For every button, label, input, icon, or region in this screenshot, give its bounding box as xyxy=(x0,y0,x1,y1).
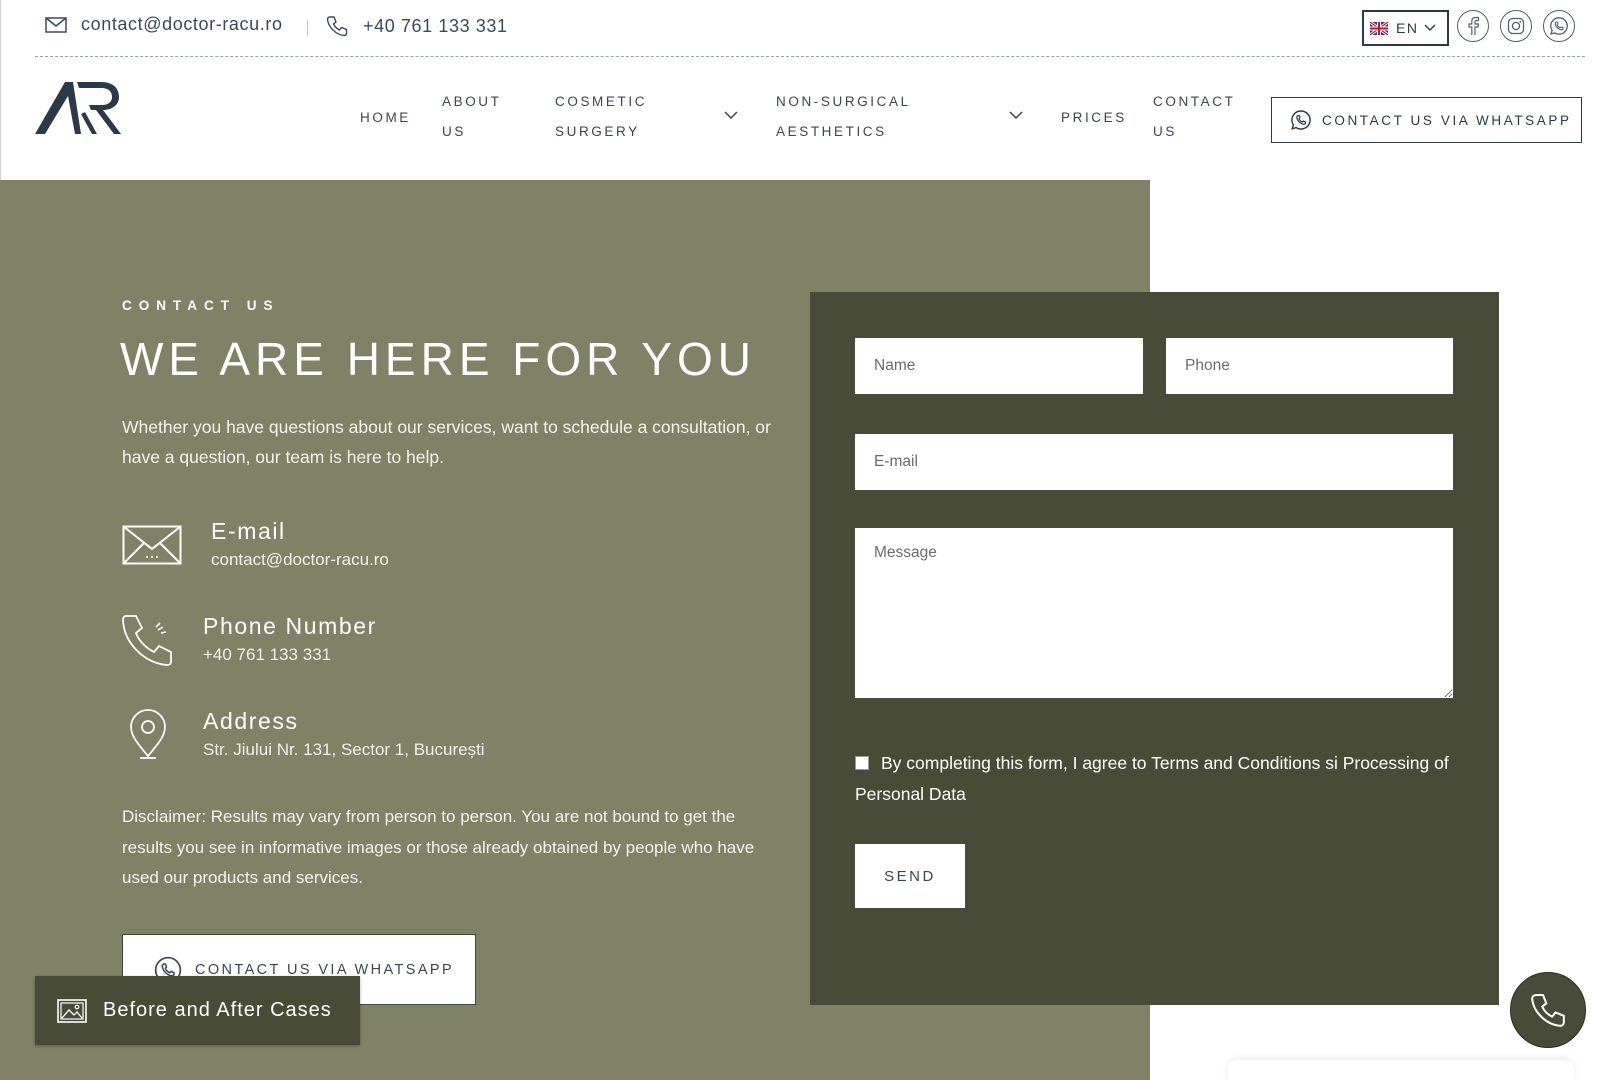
topbar-phone-link[interactable]: +40 761 133 331 xyxy=(325,14,508,38)
whatsapp-social-link[interactable] xyxy=(1543,10,1575,42)
consent-label: By completing this form, I agree to Term… xyxy=(855,753,1449,804)
nav-home[interactable]: HOME xyxy=(360,103,411,133)
phone-link[interactable]: +40 761 133 331 xyxy=(203,645,331,665)
header-whatsapp-button[interactable]: CONTACT US VIA WHATSAPP xyxy=(1271,97,1582,143)
ar-logo-icon xyxy=(35,82,121,134)
envelope-icon xyxy=(122,525,182,565)
email-link[interactable]: contact@doctor-racu.ro xyxy=(211,550,389,570)
consent-checkbox[interactable] xyxy=(855,756,869,770)
phone-title: Phone Number xyxy=(203,613,377,639)
nav-contact[interactable]: CONTACT US xyxy=(1153,87,1235,147)
topbar-separator xyxy=(307,20,308,36)
send-button[interactable]: SEND xyxy=(855,844,965,908)
address-title: Address xyxy=(203,708,299,734)
nav-contact-line2: US xyxy=(1153,124,1177,139)
facebook-link[interactable] xyxy=(1457,10,1489,42)
site-logo[interactable] xyxy=(35,80,127,136)
section-eyebrow: CONTACT US xyxy=(122,298,280,313)
nav-cosmetic-line2: SURGERY xyxy=(555,124,640,139)
whatsapp-icon xyxy=(1550,17,1568,35)
nav-about-line1: ABOUT xyxy=(442,94,502,109)
address-value: Str. Jiului Nr. 131, Sector 1, București xyxy=(203,740,485,759)
before-after-label: Before and After Cases xyxy=(103,999,332,1021)
nav-about-line2: US xyxy=(442,124,466,139)
topbar-phone-text: +40 761 133 331 xyxy=(363,15,508,36)
nav-non-surgical-aesthetics[interactable]: NON-SURGICAL AESTHETICS xyxy=(776,87,911,147)
email-info-block: E-mail contact@doctor-racu.ro xyxy=(122,518,522,578)
instagram-icon xyxy=(1507,17,1525,35)
language-selector[interactable]: EN xyxy=(1362,10,1449,46)
name-input[interactable] xyxy=(855,338,1143,394)
address-info-block: Address Str. Jiului Nr. 131, Sector 1, B… xyxy=(122,708,582,768)
phone-info-block: Phone Number +40 761 133 331 xyxy=(122,613,522,673)
nav-cosmetic-line1: COSMETIC xyxy=(555,94,648,109)
page-title: WE ARE HERE FOR YOU xyxy=(120,333,757,385)
email-title: E-mail xyxy=(211,518,286,544)
top-bar: contact@doctor-racu.ro +40 761 133 331 E… xyxy=(35,0,1585,57)
chevron-down-icon xyxy=(1424,24,1436,31)
language-label: EN xyxy=(1396,20,1419,36)
image-gallery-icon xyxy=(57,998,87,1023)
topbar-email-text: contact@doctor-racu.ro xyxy=(81,14,283,34)
header-whatsapp-label: CONTACT US VIA WHATSAPP xyxy=(1322,112,1572,128)
email-input[interactable] xyxy=(855,434,1453,490)
consent-row: By completing this form, I agree to Term… xyxy=(855,748,1465,810)
facebook-icon xyxy=(1468,16,1479,35)
floating-widget-card[interactable] xyxy=(1228,1060,1574,1080)
chevron-down-icon[interactable] xyxy=(1009,111,1023,120)
nav-cosmetic-surgery[interactable]: COSMETIC SURGERY xyxy=(555,87,647,147)
nav-contact-line1: CONTACT xyxy=(1153,94,1236,109)
intro-text: Whether you have questions about our ser… xyxy=(122,417,771,467)
phone-ringing-icon xyxy=(122,615,172,666)
whatsapp-icon xyxy=(1291,110,1311,130)
map-pin-icon xyxy=(130,709,166,759)
phone-icon xyxy=(326,16,348,37)
uk-flag-icon xyxy=(1370,21,1388,35)
chevron-down-icon[interactable] xyxy=(724,111,738,120)
before-after-cases-button[interactable]: Before and After Cases xyxy=(35,976,360,1045)
phone-icon xyxy=(1531,994,1565,1027)
nav-about[interactable]: ABOUT US xyxy=(442,87,502,147)
nav-nonsurgical-line1: NON-SURGICAL xyxy=(776,94,911,109)
nav-prices[interactable]: PRICES xyxy=(1061,103,1127,133)
phone-input[interactable] xyxy=(1166,338,1453,394)
page-edge xyxy=(0,0,1,180)
mail-icon xyxy=(45,16,67,33)
message-textarea[interactable] xyxy=(855,528,1453,698)
instagram-link[interactable] xyxy=(1500,10,1532,42)
nav-nonsurgical-line2: AESTHETICS xyxy=(776,124,887,139)
floating-call-button[interactable] xyxy=(1510,972,1586,1048)
disclaimer-text: Disclaimer: Results may vary from person… xyxy=(122,807,755,887)
topbar-email-link[interactable]: contact@doctor-racu.ro xyxy=(45,14,283,35)
